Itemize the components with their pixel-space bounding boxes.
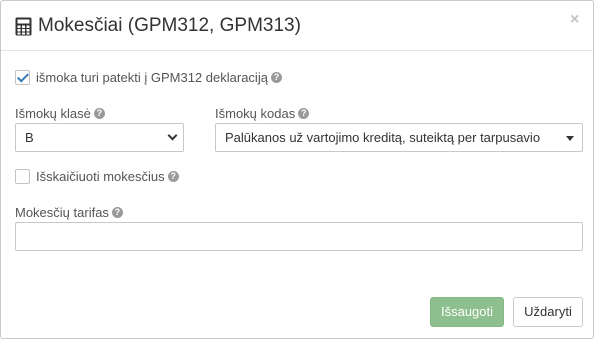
payment-code-label-row: Išmokų kodas ? bbox=[215, 106, 310, 121]
tax-rate-input[interactable] bbox=[15, 222, 583, 251]
payment-code-label: Išmokų kodas bbox=[215, 106, 296, 121]
payment-class-select[interactable]: B bbox=[15, 123, 184, 152]
deduct-taxes-label: Išskaičiuoti mokesčius bbox=[36, 169, 165, 184]
declaration-checkbox[interactable] bbox=[15, 70, 30, 85]
help-icon[interactable]: ? bbox=[167, 171, 179, 182]
declaration-checkbox-label: išmoka turi patekti į GPM312 deklaraciją bbox=[36, 70, 268, 85]
payment-class-value: B bbox=[25, 130, 34, 145]
payment-code-value: Palūkanos už vartojimo kreditą, suteiktą… bbox=[225, 130, 541, 145]
tax-rate-label: Mokesčių tarifas bbox=[15, 205, 109, 220]
help-icon[interactable]: ? bbox=[270, 72, 282, 83]
payment-code-select[interactable]: Palūkanos už vartojimo kreditą, suteiktą… bbox=[215, 123, 583, 152]
close-icon[interactable]: × bbox=[570, 11, 579, 29]
payment-class-label: Išmokų klasė bbox=[15, 106, 91, 121]
help-icon[interactable]: ? bbox=[298, 108, 310, 119]
tax-rate-label-row: Mokesčių tarifas ? bbox=[15, 205, 123, 220]
help-icon[interactable]: ? bbox=[93, 108, 105, 119]
close-button[interactable]: Uždaryti bbox=[513, 297, 583, 327]
save-button[interactable]: Išsaugoti bbox=[430, 297, 504, 327]
dialog-title: Mokesčiai (GPM312, GPM313) bbox=[38, 15, 301, 36]
declaration-checkbox-row[interactable]: išmoka turi patekti į GPM312 deklaraciją… bbox=[15, 70, 282, 85]
payment-class-label-row: Išmokų klasė ? bbox=[15, 106, 105, 121]
dialog-header: Mokesčiai (GPM312, GPM313) × bbox=[1, 1, 593, 51]
chevron-down-icon bbox=[167, 130, 178, 141]
deduct-taxes-checkbox[interactable] bbox=[15, 169, 30, 184]
help-icon[interactable]: ? bbox=[111, 207, 123, 218]
taxes-dialog: Mokesčiai (GPM312, GPM313) × išmoka turi… bbox=[0, 0, 594, 339]
deduct-taxes-checkbox-row[interactable]: Išskaičiuoti mokesčius ? bbox=[15, 169, 179, 184]
calculator-icon bbox=[15, 17, 32, 36]
caret-down-icon bbox=[566, 136, 574, 141]
